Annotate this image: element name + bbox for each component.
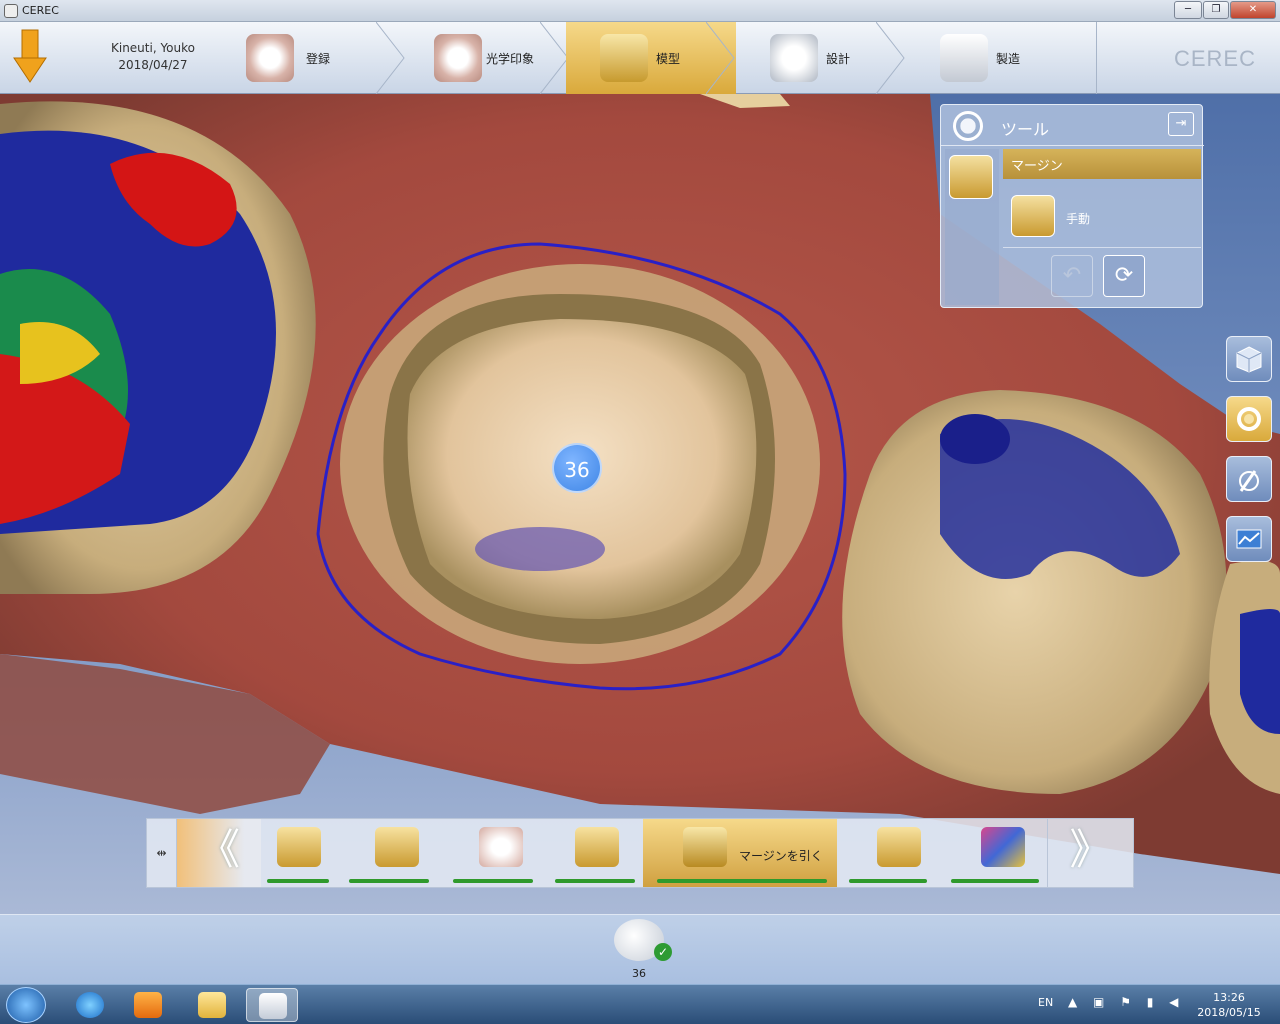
undo-button[interactable]: ↶ <box>1051 255 1093 297</box>
step-model-axis[interactable] <box>539 819 643 887</box>
admin-jaw-icon <box>246 34 294 82</box>
taskbar-internet-explorer[interactable] <box>64 988 116 1022</box>
step-bite-registration[interactable] <box>439 819 539 887</box>
cube-view-button[interactable] <box>1226 336 1272 382</box>
design-crown-icon <box>770 34 818 82</box>
clock-time: 13:26 <box>1213 991 1245 1004</box>
margin-tool-icon[interactable] <box>949 155 993 199</box>
cerec-app-icon <box>259 993 287 1019</box>
tools-button[interactable] <box>1226 396 1272 442</box>
collapse-panel-button[interactable]: ⇥ <box>1168 112 1194 136</box>
back-arrow-button[interactable] <box>0 22 64 94</box>
windows-taskbar: EN ▲ ▣ ⚑ ▮ ◀ 13:26 2018/05/15 <box>0 984 1280 1024</box>
start-button[interactable] <box>6 987 46 1023</box>
taskbar-explorer[interactable] <box>186 988 238 1022</box>
step-model-label: 模型 <box>656 52 681 66</box>
step-admin[interactable]: 登録 <box>236 22 406 94</box>
clock[interactable]: 13:26 2018/05/15 <box>1196 990 1262 1020</box>
manual-option-label[interactable]: 手動 <box>1066 210 1090 227</box>
clock-date: 2018/05/15 <box>1197 1006 1261 1019</box>
manual-margin-icon[interactable] <box>1011 195 1055 237</box>
cut-segment-icon <box>277 827 321 867</box>
margin-section-label: マージン <box>1011 159 1063 174</box>
trim-model-icon <box>375 827 419 867</box>
down-arrow-icon <box>13 29 47 83</box>
margin-section-header[interactable]: マージン <box>1003 149 1201 179</box>
step-trim-model[interactable] <box>337 819 439 887</box>
media-player-icon <box>134 992 162 1018</box>
internet-explorer-icon <box>76 992 104 1018</box>
taskbar-cerec[interactable] <box>246 988 298 1022</box>
step-scan[interactable]: 光学印象 <box>400 22 570 94</box>
model-icon <box>600 34 648 82</box>
pen-tool-button[interactable] <box>1226 456 1272 502</box>
analysis-button[interactable] <box>1226 516 1272 562</box>
language-indicator[interactable]: EN <box>1038 996 1053 1009</box>
milling-unit-icon <box>940 34 988 82</box>
insertion-axis-icon <box>877 827 921 867</box>
step-inspect-model[interactable] <box>937 819 1047 887</box>
tools-title: ツール <box>1001 120 1050 139</box>
step-insertion-axis[interactable] <box>837 819 937 887</box>
pen-tool-icon <box>1239 470 1259 492</box>
taskbar-media-player[interactable] <box>122 988 174 1022</box>
restore-button[interactable]: ❐ <box>1203 1 1229 19</box>
step-scan-label: 光学印象 <box>486 52 535 66</box>
cube-view-icon <box>1236 346 1262 373</box>
restoration-bar: ✓ 36 <box>0 914 1280 984</box>
window-title: CEREC <box>22 4 59 17</box>
bite-registration-icon <box>479 827 523 867</box>
window-titlebar: CEREC ─ ❐ ✕ <box>0 0 1280 22</box>
step-model[interactable]: 模型 <box>566 22 736 94</box>
step-manufacture-label: 製造 <box>996 52 1021 66</box>
restoration-tooth-number: 36 <box>632 967 646 980</box>
pin-strip-button[interactable]: ⇹ <box>147 819 177 887</box>
system-tray-icons[interactable]: ▲ ▣ ⚑ ▮ ◀ <box>1068 995 1184 1009</box>
close-button[interactable]: ✕ <box>1230 1 1276 19</box>
patient-name: Kineuti, Youko <box>110 41 195 55</box>
checkmark-icon: ✓ <box>654 943 672 961</box>
analysis-icon <box>1236 529 1262 549</box>
reset-button[interactable]: ⟳ <box>1103 255 1145 297</box>
app-icon <box>4 4 18 18</box>
cerec-logo: CEREC <box>1173 46 1256 71</box>
inspect-model-icon <box>981 827 1025 867</box>
tools-ring-icon <box>1237 407 1261 431</box>
tools-ring-icon <box>953 111 983 141</box>
tools-panel: ツール ⇥ マージン 手動 ↶ ⟳ <box>940 104 1204 308</box>
previous-step-button[interactable]: 《 <box>177 819 261 887</box>
folder-icon <box>198 992 226 1018</box>
next-step-button[interactable]: 》 <box>1047 819 1133 887</box>
workflow-bar: Kineuti, Youko 2018/04/27 登録 光学印象 模型 設計 … <box>0 22 1280 94</box>
step-draw-margin-label: マージンを引く <box>739 849 823 863</box>
patient-date: 2018/04/27 <box>118 58 188 72</box>
step-manufacture[interactable]: 製造 <box>906 22 1076 94</box>
tooth-number-badge[interactable]: 36 <box>552 443 602 493</box>
model-axis-icon <box>575 827 619 867</box>
step-admin-label: 登録 <box>306 52 331 66</box>
step-design-label: 設計 <box>826 52 851 66</box>
step-design[interactable]: 設計 <box>736 22 906 94</box>
step-cut-segment[interactable] <box>261 819 337 887</box>
scan-jaw-icon <box>434 34 482 82</box>
patient-info: Kineuti, Youko 2018/04/27 <box>88 40 218 74</box>
modeling-step-strip: ⇹ 《 マージンを引く 》 <box>146 818 1134 888</box>
margin-draw-icon <box>683 827 727 867</box>
minimize-button[interactable]: ─ <box>1174 1 1202 19</box>
step-draw-margin[interactable]: マージンを引く <box>643 819 837 887</box>
